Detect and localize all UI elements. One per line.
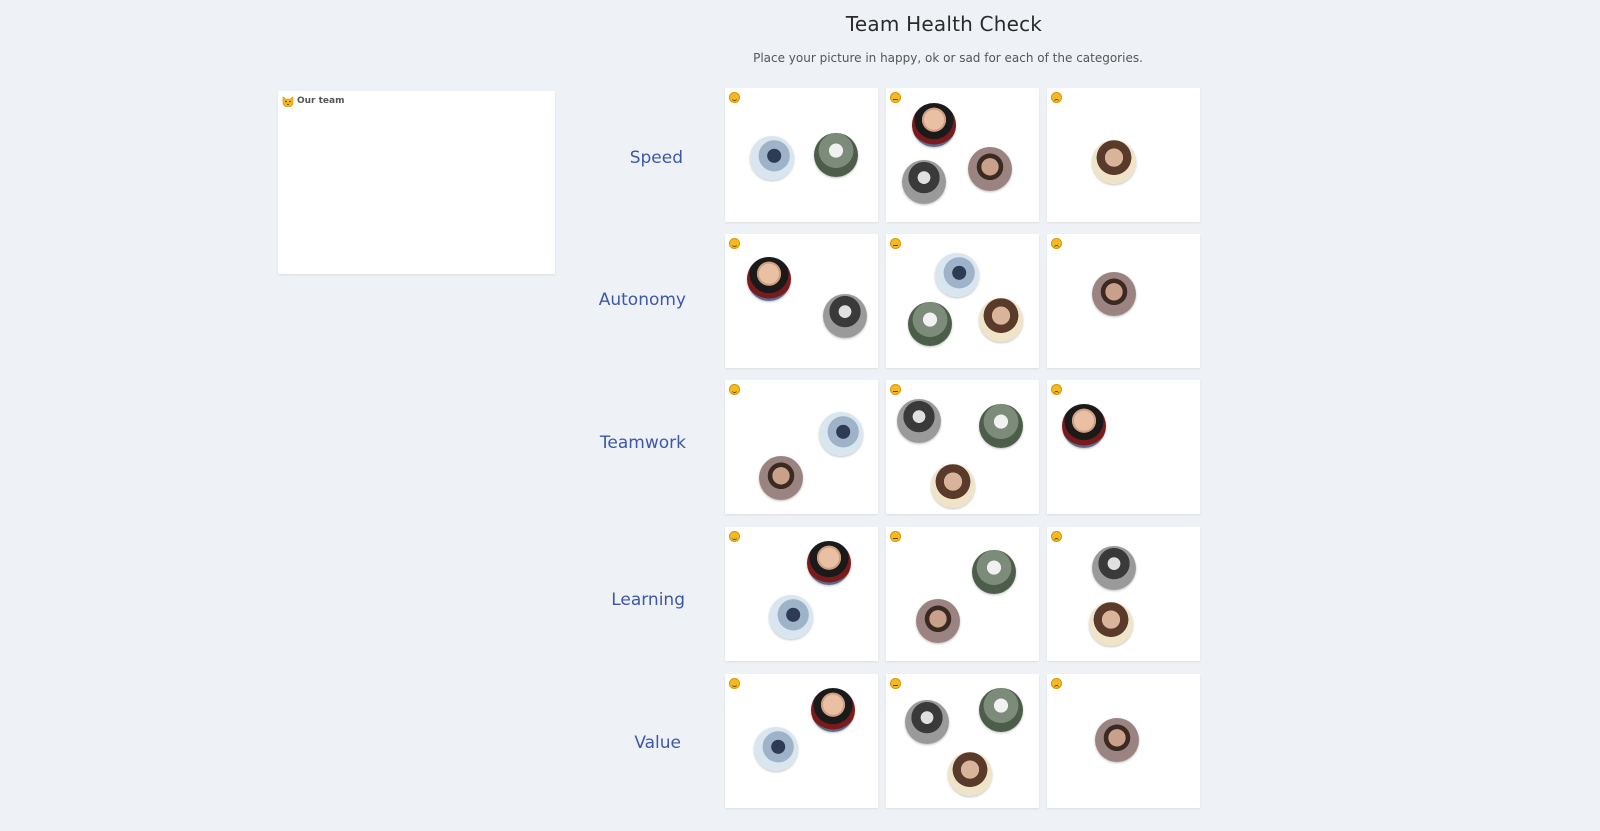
neutral-emoji-icon (890, 531, 901, 542)
sad-emoji-icon (1051, 238, 1062, 249)
sad-emoji-icon (1051, 678, 1062, 689)
avatar[interactable] (968, 147, 1012, 191)
avatar[interactable] (948, 752, 992, 796)
cell-autonomy-sad[interactable] (1047, 234, 1200, 368)
neutral-emoji-icon (890, 384, 901, 395)
row-label-teamwork: Teamwork (599, 433, 686, 453)
avatar[interactable] (935, 253, 979, 297)
sad-emoji-icon (1051, 92, 1062, 103)
avatar[interactable] (1092, 140, 1136, 184)
avatar[interactable] (897, 399, 941, 443)
avatar[interactable] (819, 412, 863, 456)
cat-face-icon (282, 96, 294, 107)
avatar[interactable] (1089, 602, 1133, 646)
avatar[interactable] (972, 550, 1016, 594)
avatar[interactable] (750, 136, 794, 180)
happy-emoji-icon (729, 384, 740, 395)
cell-learning-happy[interactable] (725, 527, 878, 661)
sad-emoji-icon (1051, 384, 1062, 395)
cell-learning-sad[interactable] (1047, 527, 1200, 661)
happy-emoji-icon (729, 678, 740, 689)
cell-speed-sad[interactable] (1047, 88, 1200, 222)
happy-emoji-icon (729, 531, 740, 542)
avatar[interactable] (814, 133, 858, 177)
our-team-label: Our team (297, 96, 345, 106)
cell-speed-happy[interactable] (725, 88, 878, 222)
avatar[interactable] (1095, 718, 1139, 762)
page-subtitle: Place your picture in happy, ok or sad f… (753, 51, 1143, 65)
avatar[interactable] (1092, 546, 1136, 590)
health-check-page: Team Health Check Place your picture in … (0, 0, 1600, 831)
avatar[interactable] (1062, 404, 1106, 448)
cell-teamwork-ok[interactable] (886, 380, 1039, 514)
avatar[interactable] (811, 688, 855, 732)
avatar[interactable] (931, 464, 975, 508)
sad-emoji-icon (1051, 531, 1062, 542)
avatar[interactable] (823, 294, 867, 338)
avatar[interactable] (916, 599, 960, 643)
avatar[interactable] (759, 456, 803, 500)
avatar[interactable] (912, 103, 956, 147)
row-label-learning: Learning (611, 590, 685, 610)
avatar[interactable] (979, 404, 1023, 448)
cell-autonomy-ok[interactable] (886, 234, 1039, 368)
neutral-emoji-icon (890, 92, 901, 103)
avatar[interactable] (769, 595, 813, 639)
avatar[interactable] (979, 298, 1023, 342)
cell-value-ok[interactable] (886, 674, 1039, 808)
page-title: Team Health Check (845, 12, 1043, 36)
our-team-panel[interactable]: Our team (278, 91, 555, 274)
cell-teamwork-happy[interactable] (725, 380, 878, 514)
cell-teamwork-sad[interactable] (1047, 380, 1200, 514)
cell-learning-ok[interactable] (886, 527, 1039, 661)
our-team-header: Our team (282, 95, 345, 107)
happy-emoji-icon (729, 238, 740, 249)
avatar[interactable] (902, 160, 946, 204)
happy-emoji-icon (729, 92, 740, 103)
avatar[interactable] (747, 257, 791, 301)
cell-autonomy-happy[interactable] (725, 234, 878, 368)
neutral-emoji-icon (890, 238, 901, 249)
avatar[interactable] (807, 541, 851, 585)
cell-value-sad[interactable] (1047, 674, 1200, 808)
avatar[interactable] (979, 688, 1023, 732)
avatar[interactable] (908, 302, 952, 346)
avatar[interactable] (1092, 272, 1136, 316)
avatar[interactable] (754, 727, 798, 771)
cell-value-happy[interactable] (725, 674, 878, 808)
row-label-autonomy: Autonomy (598, 290, 686, 310)
avatar[interactable] (905, 700, 949, 744)
row-label-speed: Speed (629, 148, 683, 168)
neutral-emoji-icon (890, 678, 901, 689)
cell-speed-ok[interactable] (886, 88, 1039, 222)
row-label-value: Value (634, 733, 681, 753)
